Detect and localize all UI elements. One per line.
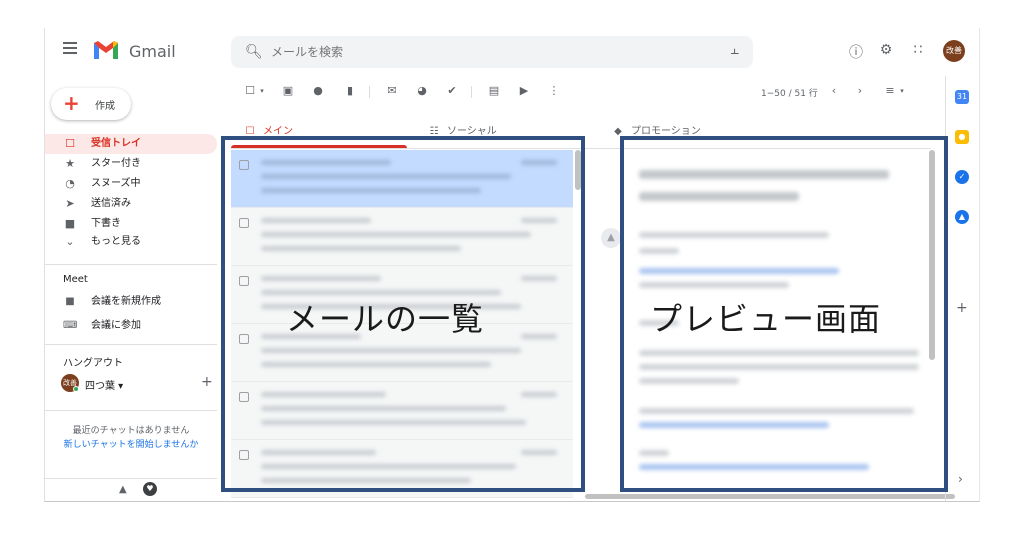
chevron-down-icon: ⌄ (65, 235, 75, 246)
contacts-icon[interactable]: ▲ (955, 210, 969, 224)
list-toolbar: ☐ ▾ ▣ ● ▮ ✉ ◕ ✔ ▤ ▶ ⋮ 1−50 / 51 行 ‹ › ≡ … (231, 80, 931, 106)
more-vert-icon[interactable]: ⋮ (547, 84, 561, 98)
sidebar-item-sent[interactable]: ➤ 送信済み (45, 194, 217, 214)
person-icon[interactable]: ▲ (119, 484, 127, 495)
sidebar-item-label: もっと見る (91, 236, 141, 246)
move-to-icon[interactable]: ▤ (487, 84, 501, 98)
select-dropdown-icon[interactable]: ▾ (255, 84, 269, 98)
sidebar-footer: ▲ ♥ (45, 478, 217, 501)
sidebar-divider (45, 264, 217, 265)
compose-button[interactable]: + 作成 (51, 88, 131, 120)
keyboard-icon: ⌨ (63, 320, 78, 331)
send-icon: ➤ (65, 197, 75, 210)
meet-item-label: 会議に参加 (91, 320, 141, 331)
calendar-icon[interactable]: 31 (955, 90, 969, 104)
app-title: Gmail (129, 42, 176, 61)
clock-icon: ◔ (65, 177, 75, 190)
sender-avatar-icon: ▲ (601, 228, 621, 248)
sidebar-item-label: 送信済み (91, 198, 131, 209)
report-spam-icon[interactable]: ● (311, 84, 325, 98)
no-chat-message: 最近のチャットはありません 新しいチャットを開始しませんか (45, 424, 217, 452)
hangouts-user[interactable]: 改善 四つ葉 ▾ + (61, 374, 213, 394)
compose-plus-icon: + (63, 91, 80, 115)
keep-icon[interactable]: ● (955, 130, 969, 144)
tasks-icon[interactable]: ✓ (955, 170, 969, 184)
sidebar-item-label: スヌーズ中 (91, 178, 141, 189)
side-panel: 31 ● ✓ ▲ + › (945, 76, 979, 501)
meet-section-title: Meet (63, 274, 88, 285)
draft-icon: ■ (64, 217, 76, 230)
star-icon: ★ (65, 157, 75, 170)
start-chat-link[interactable]: 新しいチャットを開始しませんか (45, 438, 217, 452)
hangouts-section-title: ハングアウト (63, 358, 123, 369)
archive-icon[interactable]: ▣ (281, 84, 295, 98)
sidebar-item-label: 下書き (91, 218, 121, 229)
toolbar-divider (471, 86, 472, 98)
sidebar-divider (45, 410, 217, 411)
sidebar-item-label: スター付き (91, 158, 141, 169)
search-options-icon[interactable]: ⫠ (731, 42, 739, 58)
chat-bubble-icon[interactable]: ♥ (143, 482, 157, 496)
main-menu-icon[interactable] (63, 42, 77, 54)
help-icon[interactable]: ⓘ (847, 42, 865, 62)
next-page-icon[interactable]: › (853, 84, 867, 98)
toolbar-divider (369, 86, 370, 98)
video-icon: ■ (65, 296, 75, 307)
compose-label: 作成 (95, 101, 115, 112)
add-task-icon[interactable]: ✔ (445, 84, 459, 98)
preview-annotation: プレビュー画面 (650, 300, 882, 338)
mark-read-icon[interactable]: ✉ (385, 84, 399, 98)
collapse-panel-icon[interactable]: › (958, 472, 963, 486)
gmail-logo-icon[interactable] (93, 40, 119, 60)
horizontal-scrollbar[interactable] (585, 494, 955, 499)
message-list-annotation: メールの一覧 (286, 300, 485, 338)
delete-icon[interactable]: ▮ (343, 84, 357, 98)
sidebar-item-inbox[interactable]: ☐ 受信トレイ (45, 134, 217, 154)
snooze-icon[interactable]: ◕ (415, 84, 429, 98)
new-meeting-button[interactable]: ■ 会議を新規作成 (45, 292, 217, 312)
sidebar-item-starred[interactable]: ★ スター付き (45, 154, 217, 174)
prev-page-icon[interactable]: ‹ (827, 84, 841, 98)
sidebar-item-drafts[interactable]: ■ 下書き (45, 214, 217, 234)
add-addon-icon[interactable]: + (956, 300, 968, 316)
pagination-range: 1−50 / 51 行 (761, 89, 818, 99)
inbox-icon: ☐ (65, 137, 75, 150)
apps-grid-icon[interactable]: ∷ (909, 42, 927, 58)
settings-gear-icon[interactable]: ⚙ (877, 42, 895, 58)
hangouts-username: 四つ葉 ▾ (85, 381, 124, 392)
no-chat-text: 最近のチャットはありません (72, 426, 190, 436)
sidebar-divider (45, 344, 217, 345)
density-dropdown-icon[interactable]: ▾ (895, 84, 909, 98)
sidebar-item-more[interactable]: ⌄ もっと見る (45, 234, 217, 246)
join-meeting-button[interactable]: ⌨ 会議に参加 (45, 316, 217, 336)
label-icon[interactable]: ▶ (517, 84, 531, 98)
app-header: Gmail 🔍︎ ⫠ ⓘ ⚙ ∷ 改善 (45, 28, 979, 76)
search-icon[interactable]: 🔍︎ (245, 44, 263, 60)
online-status-dot (73, 386, 79, 392)
search-bar[interactable]: 🔍︎ ⫠ (231, 36, 753, 68)
account-avatar[interactable]: 改善 (943, 40, 965, 62)
search-input[interactable] (271, 42, 691, 62)
meet-item-label: 会議を新規作成 (91, 296, 161, 307)
add-contact-icon[interactable]: + (201, 374, 213, 390)
sidebar-nav: ☐ 受信トレイ ★ スター付き ◔ スヌーズ中 ➤ 送信済み ■ 下書き ⌄ も… (45, 134, 217, 246)
sidebar-item-snoozed[interactable]: ◔ スヌーズ中 (45, 174, 217, 194)
sidebar-item-label: 受信トレイ (91, 138, 141, 149)
